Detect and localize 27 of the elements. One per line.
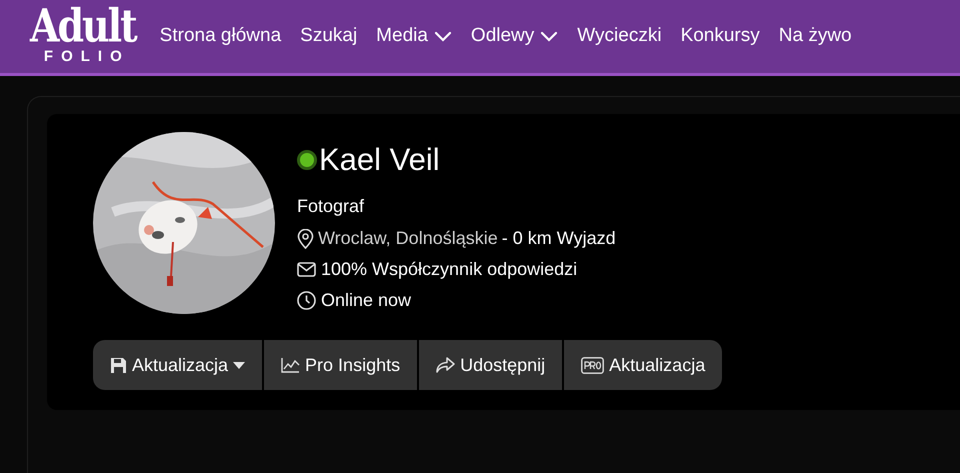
- location-pin-icon: [297, 228, 314, 248]
- location-text: Wroclaw, Dolnośląskie: [318, 227, 498, 250]
- response-rate: 100% Współczynnik odpowiedzi: [321, 258, 578, 281]
- dropdown-button[interactable]: Aktualizacja: [93, 340, 262, 390]
- nav-link[interactable]: Media: [376, 22, 452, 51]
- chevron-down-icon: [434, 31, 452, 42]
- action-button[interactable]: Aktualizacja: [564, 340, 722, 390]
- logo-subtitle: FOLIO: [42, 48, 130, 64]
- action-button[interactable]: Udostępnij: [419, 340, 562, 390]
- envelope-icon: [297, 262, 316, 277]
- pro-badge-icon: [581, 356, 604, 374]
- action-button[interactable]: Pro Insights: [264, 340, 418, 390]
- nav-link[interactable]: Wycieczki: [577, 22, 662, 51]
- nav-link[interactable]: Szukaj: [300, 22, 358, 51]
- line-chart-icon: [281, 357, 300, 373]
- clock-icon: [297, 291, 316, 310]
- chevron-down-icon: [540, 31, 558, 42]
- nav-link[interactable]: Na żywo: [778, 22, 852, 51]
- nav-link[interactable]: Konkursy: [680, 22, 760, 51]
- share-arrow-icon: [436, 357, 456, 373]
- profile-name: Kael Veil: [319, 144, 440, 175]
- nav-link[interactable]: Strona główna: [160, 22, 282, 51]
- profile-role: Fotograf: [297, 195, 366, 218]
- online-status-text: Online now: [321, 289, 412, 312]
- caret-icon: [233, 362, 246, 368]
- nav-link[interactable]: Odlewy: [470, 22, 558, 51]
- travel-distance: - 0 km Wyjazd: [502, 227, 616, 250]
